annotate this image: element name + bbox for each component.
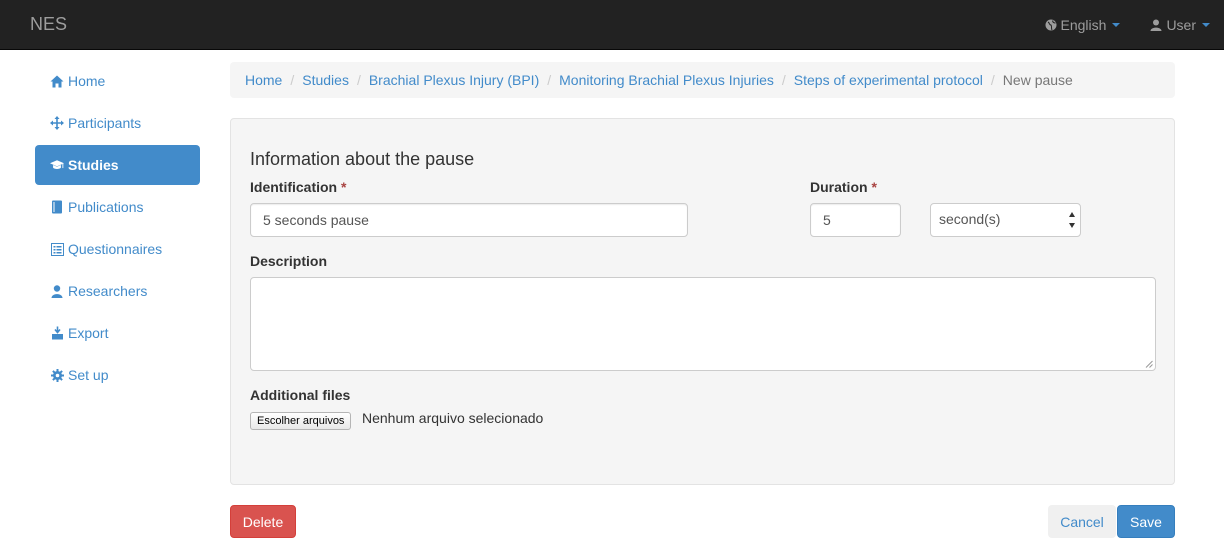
- sidebar-item-publications[interactable]: Publications: [35, 187, 200, 227]
- duration-unit-select[interactable]: second(s): [930, 203, 1081, 237]
- select-arrows-icon: [1068, 212, 1076, 228]
- home-icon: [50, 74, 64, 88]
- breadcrumb-separator: /: [547, 72, 552, 88]
- identification-input[interactable]: [250, 203, 688, 237]
- breadcrumb-studies[interactable]: Studies: [302, 72, 349, 88]
- duration-label-text: Duration: [810, 179, 868, 195]
- user-icon: [1150, 19, 1162, 31]
- sidebar-item-label: Set up: [68, 367, 109, 383]
- identification-label: Identification *: [250, 179, 346, 195]
- required-mark: *: [341, 179, 347, 195]
- sidebar-item-label: Publications: [68, 199, 144, 215]
- description-textarea[interactable]: [250, 277, 1156, 371]
- breadcrumb-current: New pause: [1002, 72, 1073, 88]
- sidebar-item-studies[interactable]: Studies: [35, 145, 200, 185]
- user-dropdown[interactable]: User: [1150, 17, 1210, 33]
- sidebar-item-researchers[interactable]: Researchers: [35, 271, 200, 311]
- chevron-down-icon: [1202, 23, 1210, 27]
- duration-unit-value: second(s): [939, 211, 1001, 227]
- sidebar-item-label: Participants: [68, 115, 142, 131]
- save-button[interactable]: Save: [1117, 505, 1175, 538]
- sidebar-item-questionnaires[interactable]: Questionnaires: [35, 229, 200, 269]
- delete-button[interactable]: Delete: [230, 505, 296, 538]
- breadcrumb-separator: /: [990, 72, 995, 88]
- pause-form-panel: Information about the pause Identificati…: [230, 118, 1175, 485]
- brand-logo[interactable]: NES: [30, 14, 67, 35]
- sidebar-item-label: Home: [68, 73, 106, 89]
- breadcrumb-home[interactable]: Home: [245, 72, 282, 88]
- sidebar-item-export[interactable]: Export: [35, 313, 200, 353]
- additional-files-label: Additional files: [250, 387, 351, 403]
- breadcrumb: Home / Studies / Brachial Plexus Injury …: [230, 62, 1175, 98]
- list-icon: [50, 242, 64, 256]
- book-icon: [50, 200, 64, 214]
- breadcrumb-experiment[interactable]: Monitoring Brachial Plexus Injuries: [559, 72, 774, 88]
- move-icon: [50, 116, 64, 130]
- description-label: Description: [250, 253, 328, 269]
- navbar-right: English User: [1015, 0, 1210, 50]
- cancel-button[interactable]: Cancel: [1048, 505, 1116, 538]
- breadcrumb-separator: /: [356, 72, 361, 88]
- user-label: User: [1166, 17, 1196, 33]
- chevron-down-icon: [1112, 23, 1121, 27]
- sidebar-item-label: Questionnaires: [68, 241, 163, 257]
- export-icon: [50, 326, 64, 340]
- sidebar-item-label: Researchers: [68, 283, 148, 299]
- duration-input[interactable]: [810, 203, 901, 237]
- language-label: English: [1060, 17, 1107, 33]
- breadcrumb-separator: /: [781, 72, 786, 88]
- duration-label: Duration *: [810, 179, 877, 195]
- required-mark: *: [871, 179, 877, 195]
- file-status-text: Nenhum arquivo selecionado: [362, 410, 544, 426]
- identification-label-text: Identification: [250, 179, 338, 195]
- breadcrumb-separator: /: [290, 72, 295, 88]
- choose-files-button[interactable]: Escolher arquivos: [250, 412, 352, 430]
- sidebar-nav: Home Participants Studies Publications Q…: [35, 61, 200, 397]
- breadcrumb-protocol-steps[interactable]: Steps of experimental protocol: [794, 72, 983, 88]
- user-icon: [50, 284, 64, 298]
- resize-handle-icon[interactable]: [1145, 360, 1153, 368]
- sidebar-item-label: Studies: [68, 157, 119, 173]
- language-dropdown[interactable]: English: [1045, 17, 1121, 33]
- sidebar-item-setup[interactable]: Set up: [35, 355, 200, 395]
- sidebar-item-label: Export: [68, 325, 109, 341]
- cog-icon: [50, 368, 64, 382]
- globe-icon: [1045, 19, 1057, 31]
- sidebar-item-participants[interactable]: Participants: [35, 103, 200, 143]
- graduation-cap-icon: [50, 158, 64, 172]
- form-title: Information about the pause: [250, 149, 475, 169]
- top-navbar: NES English User: [0, 0, 1224, 50]
- breadcrumb-study[interactable]: Brachial Plexus Injury (BPI): [369, 72, 539, 88]
- sidebar-item-home[interactable]: Home: [35, 61, 200, 101]
